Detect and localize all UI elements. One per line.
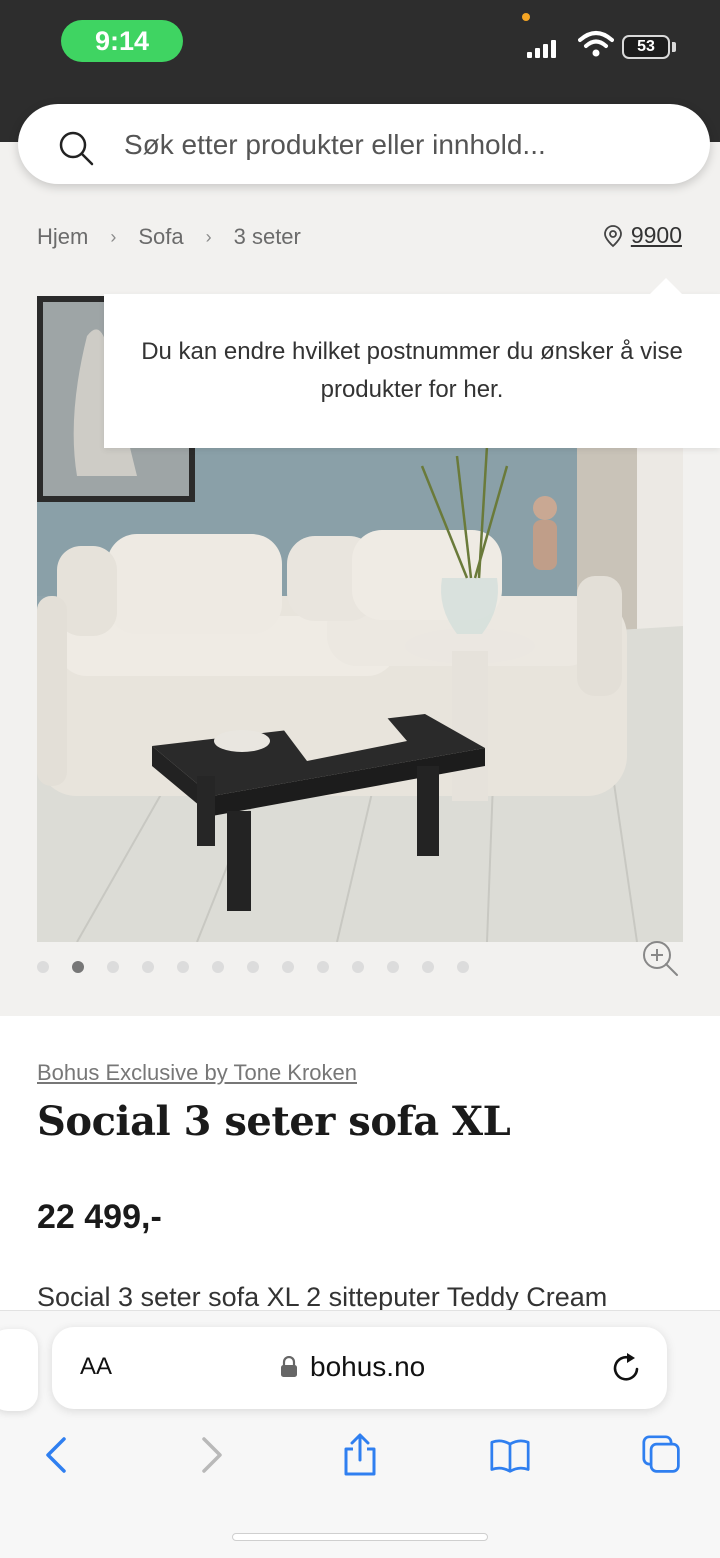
chevron-right-icon: › [205, 226, 212, 247]
lock-icon [281, 1356, 297, 1377]
carousel-dot[interactable] [142, 961, 154, 973]
postal-code-tooltip: Du kan endre hvilket postnummer du ønske… [104, 294, 720, 448]
carousel-dot[interactable] [212, 961, 224, 973]
carousel-dot[interactable] [422, 961, 434, 973]
battery-icon: 53 [622, 35, 670, 59]
tooltip-text: Du kan endre hvilket postnummer du ønske… [141, 338, 683, 403]
battery-cap [672, 42, 676, 52]
search-icon[interactable] [58, 130, 94, 166]
tabs-icon[interactable] [642, 1433, 682, 1477]
carousel-dot-active[interactable] [72, 961, 84, 973]
search-bar[interactable] [18, 104, 710, 184]
breadcrumb-sofa[interactable]: Sofa [138, 224, 183, 250]
carousel-dot[interactable] [247, 961, 259, 973]
breadcrumb: Hjem › Sofa › 3 seter [37, 224, 301, 250]
chevron-right-icon: › [110, 226, 117, 247]
product-price: 22 499,- [37, 1198, 162, 1236]
postal-code[interactable]: 9900 [631, 222, 682, 249]
address-bar[interactable]: AA bohus.no [52, 1327, 667, 1409]
previous-tab-preview[interactable] [0, 1329, 38, 1411]
map-pin-icon [603, 224, 622, 247]
share-icon[interactable] [340, 1433, 380, 1477]
carousel-dot[interactable] [282, 961, 294, 973]
forward-icon[interactable] [190, 1433, 230, 1477]
cellular-signal-icon [527, 38, 556, 58]
product-info: Bohus Exclusive by Tone Kroken Social 3 … [0, 1016, 720, 1312]
reload-icon[interactable] [610, 1351, 644, 1385]
url-text: bohus.no [310, 1351, 426, 1382]
carousel-dot[interactable] [107, 961, 119, 973]
breadcrumb-3-seter[interactable]: 3 seter [234, 224, 301, 250]
carousel-dot[interactable] [387, 961, 399, 973]
postal-code-selector[interactable]: 9900 [603, 222, 682, 249]
home-indicator[interactable] [232, 1533, 488, 1541]
carousel-dot[interactable] [177, 961, 189, 973]
brand-link[interactable]: Bohus Exclusive by Tone Kroken [37, 1060, 357, 1086]
carousel-dot[interactable] [37, 961, 49, 973]
wifi-icon [578, 31, 614, 57]
tooltip-arrow [648, 278, 684, 296]
product-description: Social 3 seter sofa XL 2 sitteputer Tedd… [37, 1282, 608, 1312]
browser-toolbar: AA bohus.no [0, 1310, 720, 1558]
bookmarks-icon[interactable] [490, 1433, 530, 1477]
carousel-dot[interactable] [317, 961, 329, 973]
carousel-dot[interactable] [457, 961, 469, 973]
url-display[interactable]: bohus.no [280, 1351, 425, 1383]
back-icon[interactable] [38, 1433, 78, 1477]
zoom-in-icon[interactable] [640, 938, 680, 978]
text-size-button[interactable]: AA [80, 1353, 112, 1381]
carousel-dot[interactable] [352, 961, 364, 973]
mic-indicator [522, 13, 530, 21]
search-input[interactable] [124, 122, 684, 168]
product-title: Social 3 seter sofa XL [37, 1098, 511, 1145]
breadcrumb-home[interactable]: Hjem [37, 224, 88, 250]
status-time[interactable]: 9:14 [61, 20, 183, 62]
carousel-dots [37, 961, 469, 973]
